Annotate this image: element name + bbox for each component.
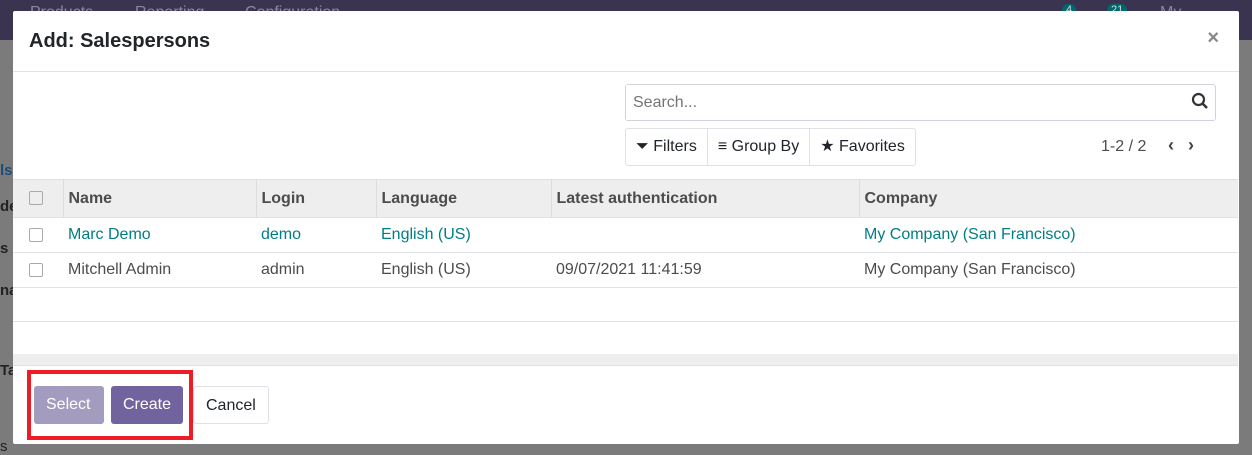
salespersons-dialog: Add: Salespersons × ⏷ Filters ≡ Group By… [13,11,1239,444]
column-login[interactable]: Login [256,179,377,218]
horizontal-scrollbar[interactable] [13,354,1238,366]
bg-fragment: s [0,438,8,455]
cell-name[interactable]: Marc Demo [63,217,256,253]
row-checkbox[interactable] [13,217,63,253]
cell-latest-auth [551,217,859,253]
table-row[interactable]: Mitchell Admin admin English (US) 09/07/… [13,252,1238,288]
cell-language[interactable]: English (US) [376,217,551,253]
cell-company: My Company (San Francisco) [859,252,1238,288]
column-latest-authentication[interactable]: Latest authentication [551,179,860,218]
close-icon[interactable]: × [1207,27,1219,50]
bg-fragment: ls [0,162,13,179]
dialog-header: Add: Salespersons × [13,11,1239,72]
table-row[interactable]: Marc Demo demo English (US) My Company (… [13,217,1238,253]
star-icon: ★ [820,138,835,155]
group-by-button[interactable]: ≡ Group By [708,129,811,165]
chevron-right-icon[interactable]: › [1188,135,1208,155]
empty-row [13,287,1238,322]
bg-fragment: s [0,240,9,257]
favorites-label: Favorites [839,138,905,155]
cancel-button[interactable]: Cancel [193,386,269,424]
users-table: Name Login Language Latest authenticatio… [13,179,1238,344]
cell-language: English (US) [376,252,551,288]
cell-login[interactable]: demo [256,217,376,253]
pager-nav: ‹› [1168,135,1208,156]
filters-button[interactable]: ⏷ Filters [626,129,708,165]
search-options: ⏷ Filters ≡ Group By ★ Favorites [625,128,916,166]
pager-value[interactable]: 1-2 / 2 [1101,138,1146,156]
chevron-left-icon[interactable]: ‹ [1168,135,1188,155]
highlight-annotation [27,370,193,440]
search-icon[interactable] [1191,92,1209,110]
favorites-button[interactable]: ★ Favorites [810,129,915,165]
cell-latest-auth: 09/07/2021 11:41:59 [551,252,859,288]
search-input[interactable] [626,85,1186,120]
filter-icon: ⏷ [636,138,649,155]
empty-row [13,321,1238,344]
column-language[interactable]: Language [376,179,552,218]
table-header: Name Login Language Latest authenticatio… [13,179,1238,218]
group-by-label: Group By [731,138,800,155]
cell-company[interactable]: My Company (San Francisco) [859,217,1238,253]
row-checkbox[interactable] [13,252,63,288]
dialog-title: Add: Salespersons [29,30,211,52]
column-name[interactable]: Name [63,179,257,218]
cell-login: admin [256,252,376,288]
search-box[interactable] [625,84,1216,121]
column-company[interactable]: Company [859,179,1238,218]
filters-label: Filters [653,138,697,155]
cell-name[interactable]: Mitchell Admin [63,252,256,288]
bars-icon: ≡ [717,138,728,155]
select-all-checkbox[interactable] [13,179,64,218]
